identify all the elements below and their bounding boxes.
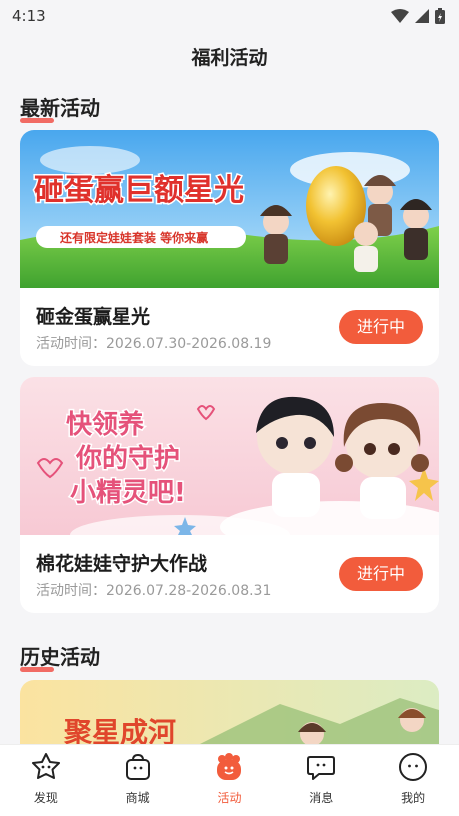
nav-label: 商城 bbox=[125, 791, 150, 805]
chat-bubble-icon bbox=[307, 756, 336, 780]
activity-card-smash-egg[interactable]: 砸蛋赢巨额星光 还有限定娃娃套装 等你来赢 砸金蛋赢星光 活动时间：2026.0… bbox=[20, 130, 439, 366]
activity-name: 砸金蛋赢星光 bbox=[36, 306, 151, 328]
nav-item-messages[interactable]: 消息 bbox=[281, 745, 361, 806]
nav-item-profile[interactable]: 我的 bbox=[373, 745, 453, 806]
star-face-icon bbox=[31, 753, 60, 779]
activity-time: 活动时间：2026.07.30-2026.08.19 bbox=[36, 336, 272, 352]
status-badge-ongoing[interactable]: 进行中 bbox=[339, 557, 423, 591]
status-badge-ongoing[interactable]: 进行中 bbox=[339, 310, 423, 344]
status-icons bbox=[391, 8, 445, 24]
nav-label: 发现 bbox=[33, 791, 58, 805]
status-bar: 4:13 bbox=[0, 0, 459, 32]
activity-card-cotton-doll[interactable]: 快领养 你的守护 小精灵吧! 棉花娃娃守护大作战 活动时间：2026.07.28… bbox=[20, 377, 439, 613]
activity-info: 砸金蛋赢星光 活动时间：2026.07.30-2026.08.19 进行中 bbox=[20, 288, 439, 366]
banner-subtitle: 还有限定娃娃套装 等你来赢 bbox=[59, 230, 208, 245]
section-title-latest: 最新活动 bbox=[20, 92, 100, 123]
activity-time: 活动时间：2026.07.28-2026.08.31 bbox=[36, 583, 272, 599]
activity-banner-cotton-doll[interactable]: 快领养 你的守护 小精灵吧! bbox=[20, 377, 439, 535]
banner-illustration-dolls: 快领养 你的守护 小精灵吧! bbox=[20, 377, 439, 535]
nav-item-discover[interactable]: 发现 bbox=[6, 745, 86, 806]
bag-face-icon bbox=[125, 753, 150, 780]
section-title-latest-text: 最新活动 bbox=[20, 96, 100, 120]
nav-label: 活动 bbox=[217, 791, 242, 805]
activity-banner-smash-egg[interactable]: 砸蛋赢巨额星光 还有限定娃娃套装 等你来赢 bbox=[20, 130, 439, 288]
section-title-history-text: 历史活动 bbox=[20, 645, 100, 669]
nav-item-activity[interactable]: 活动 bbox=[189, 745, 269, 806]
bottom-nav: 发现 商城 活动 消息 我的 bbox=[0, 744, 459, 816]
banner-illustration-landscape: 聚星成河 bbox=[20, 680, 439, 744]
nav-label: 我的 bbox=[401, 791, 426, 805]
banner-line-1: 快领养 bbox=[66, 409, 144, 440]
status-time: 4:13 bbox=[12, 7, 46, 25]
signal-icon bbox=[415, 9, 429, 23]
banner-title: 聚星成河 bbox=[63, 716, 176, 744]
activity-info: 棉花娃娃守护大作战 活动时间：2026.07.28-2026.08.31 进行中 bbox=[20, 535, 439, 613]
nav-item-mall[interactable]: 商城 bbox=[98, 745, 178, 806]
banner-line-2: 你的守护 bbox=[75, 443, 180, 474]
page-title: 福利活动 bbox=[191, 47, 268, 69]
profile-face-icon bbox=[399, 753, 428, 781]
banner-title: 砸蛋赢巨额星光 bbox=[34, 173, 244, 208]
section-title-history: 历史活动 bbox=[20, 641, 100, 672]
battery-icon bbox=[435, 8, 445, 24]
banner-line-3: 小精灵吧! bbox=[70, 478, 186, 508]
activity-name: 棉花娃娃守护大作战 bbox=[36, 553, 208, 575]
wifi-icon bbox=[391, 9, 409, 23]
activity-banner-history[interactable]: 聚星成河 bbox=[20, 680, 439, 744]
activity-card-history[interactable]: 聚星成河 bbox=[20, 680, 439, 744]
paw-face-icon bbox=[217, 753, 242, 780]
nav-label: 消息 bbox=[309, 791, 334, 805]
banner-illustration-egg: 砸蛋赢巨额星光 还有限定娃娃套装 等你来赢 bbox=[20, 130, 439, 288]
